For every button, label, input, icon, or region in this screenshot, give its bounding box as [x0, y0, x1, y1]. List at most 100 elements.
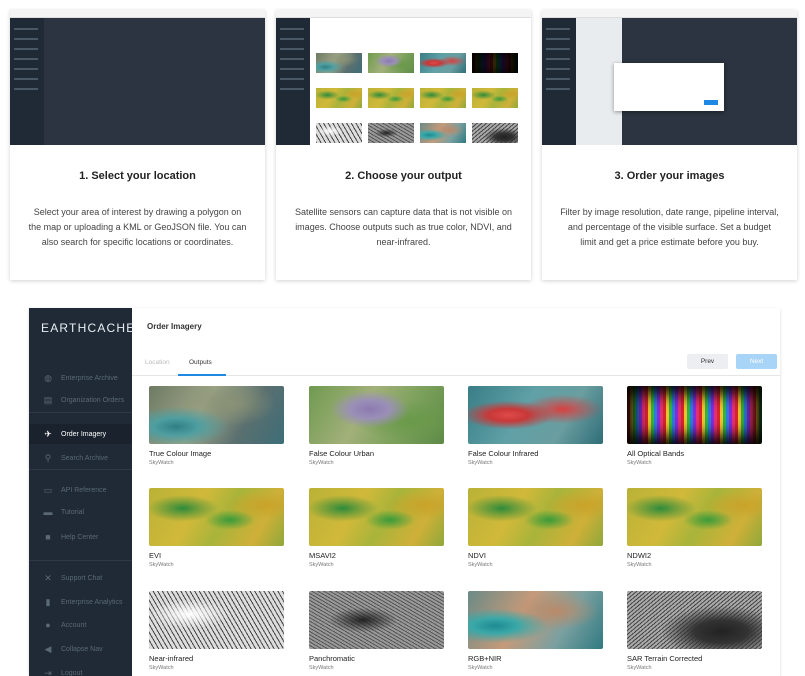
bar-chart-icon: ▮	[45, 597, 51, 607]
order-screenshot	[542, 10, 797, 145]
nav-divider	[29, 469, 132, 470]
sidebar-item-label: Organization Orders	[61, 396, 125, 404]
step-body: Satellite sensors can capture data that …	[294, 207, 513, 247]
sidebar-item[interactable]: ▬ Tutorial	[29, 502, 132, 522]
output-source: SkyWatch	[149, 665, 174, 671]
sidebar-item[interactable]: ● Account	[29, 615, 132, 635]
document-icon: ▤	[43, 395, 53, 405]
output-thumbnail	[309, 488, 444, 546]
output-source: SkyWatch	[309, 665, 334, 671]
tab-location[interactable]: Location	[145, 359, 170, 366]
output-source: SkyWatch	[627, 562, 652, 568]
output-source: SkyWatch	[468, 460, 493, 466]
output-name: Panchromatic	[309, 654, 355, 663]
output-source: SkyWatch	[627, 460, 652, 466]
step-body: Select your area of interest by drawing …	[28, 207, 247, 247]
output-name: NDWI2	[627, 551, 652, 560]
nav-divider	[29, 560, 132, 561]
step-heading: 1. Select your location	[79, 170, 196, 182]
output-source: SkyWatch	[149, 562, 174, 568]
globe-icon: ◍	[44, 373, 52, 383]
satellite-icon: ✈	[44, 429, 52, 439]
sidebar-item-label: Logout	[61, 669, 83, 676]
output-source: SkyWatch	[468, 562, 493, 568]
next-button[interactable]: Next	[736, 354, 777, 369]
sidebar-item-label: Collapse Nav	[61, 645, 103, 653]
step-heading: 3. Order your images	[614, 170, 725, 182]
tab-outputs[interactable]: Outputs	[189, 359, 212, 366]
search-icon: ⚲	[44, 453, 52, 463]
output-tile[interactable]: False Colour Urban SkyWatch	[309, 386, 444, 466]
sidebar-item[interactable]: ⚲ Search Archive	[29, 448, 132, 468]
logo: EARTHCACHE	[41, 321, 136, 335]
output-source: SkyWatch	[627, 665, 652, 671]
output-thumbnail	[309, 386, 444, 444]
sidebar-item[interactable]: ▭ API Reference	[29, 480, 132, 500]
sidebar-item[interactable]: ▮ Enterprise Analytics	[29, 592, 132, 612]
output-tile[interactable]: All Optical Bands SkyWatch	[627, 386, 762, 466]
output-tile[interactable]: False Colour Infrared SkyWatch	[468, 386, 603, 466]
output-name: True Colour Image	[149, 449, 212, 458]
output-screenshot	[276, 10, 531, 145]
sidebar-item[interactable]: ◍ Enterprise Archive	[29, 368, 132, 388]
sidebar-item-label: Account	[61, 621, 87, 629]
outputs-grid: True Colour Image SkyWatch False Colour Ur…	[132, 377, 780, 676]
output-name: Near-infrared	[149, 654, 194, 663]
output-thumbnail	[468, 488, 603, 546]
sidebar-item[interactable]: ■ Help Center	[29, 527, 132, 547]
output-tile[interactable]: MSAVI2 SkyWatch	[309, 488, 444, 568]
sidebar-item-label: Enterprise Archive	[61, 374, 118, 382]
tools-icon: ✕	[44, 573, 52, 583]
sidebar-nav: EARTHCACHE ◍ Enterprise Archive ▤ Organizat…	[29, 308, 136, 676]
location-screenshot	[10, 10, 265, 145]
nav-divider	[29, 412, 132, 413]
prev-button[interactable]: Prev	[687, 354, 728, 369]
output-tile[interactable]: NDVI SkyWatch	[468, 488, 603, 568]
sidebar-item[interactable]: ✕ Support Chat	[29, 568, 132, 588]
output-tile[interactable]: RGB+NIR SkyWatch	[468, 591, 603, 671]
output-name: All Optical Bands	[627, 449, 685, 458]
output-tile[interactable]: SAR Terrain Corrected SkyWatch	[627, 591, 762, 671]
output-thumbnail	[149, 386, 284, 444]
page-header: Order Imagery	[132, 308, 780, 348]
user-icon: ●	[45, 620, 51, 630]
output-thumbnail	[627, 488, 762, 546]
output-tile[interactable]: NDWI2 SkyWatch	[627, 488, 762, 568]
chevron-left-icon: ◀	[44, 644, 52, 654]
step-heading: 2. Choose your output	[345, 170, 462, 182]
output-tile[interactable]: Panchromatic SkyWatch	[309, 591, 444, 671]
step-card-output: 2. Choose your output Satellite sensors …	[276, 10, 531, 280]
output-name: NDVI	[468, 551, 486, 560]
sidebar-item-label: Search Archive	[61, 454, 109, 462]
output-source: SkyWatch	[468, 665, 493, 671]
sidebar-item[interactable]: ✈ Order Imagery	[29, 424, 132, 444]
output-name: SAR Terrain Corrected	[627, 654, 703, 663]
output-name: EVI	[149, 551, 162, 560]
step-card-location: 1. Select your location Select your area…	[10, 10, 265, 280]
output-source: SkyWatch	[309, 562, 334, 568]
output-thumbnail	[627, 591, 762, 649]
output-name: False Colour Urban	[309, 449, 375, 458]
output-name: RGB+NIR	[468, 654, 502, 663]
logout-icon: ⇥	[44, 668, 52, 676]
step-card-order: 3. Order your images Filter by image res…	[542, 10, 797, 280]
sidebar-item-label: Tutorial	[61, 508, 85, 516]
output-thumbnail	[149, 488, 284, 546]
sidebar-item-label: Help Center	[61, 533, 99, 541]
sidebar-item[interactable]: ⇥ Logout	[29, 663, 132, 676]
output-tile[interactable]: True Colour Image SkyWatch	[149, 386, 284, 466]
output-tile[interactable]: Near-infrared SkyWatch	[149, 591, 284, 671]
output-thumbnail	[309, 591, 444, 649]
tab-bar: Location Outputs	[132, 352, 780, 376]
sidebar-item[interactable]: ▤ Organization Orders	[29, 390, 132, 410]
page-title: Order Imagery	[147, 322, 202, 331]
active-tab-indicator	[178, 374, 226, 376]
output-source: SkyWatch	[149, 460, 174, 466]
sidebar-item[interactable]: ◀ Collapse Nav	[29, 639, 132, 659]
sidebar-item-label: Order Imagery	[61, 430, 107, 438]
sidebar-item-label: Support Chat	[61, 574, 103, 582]
order-imagery-app: EARTHCACHE ◍ Enterprise Archive ▤ Organizat…	[29, 308, 780, 676]
video-icon: ▬	[43, 507, 53, 517]
output-tile[interactable]: EVI SkyWatch	[149, 488, 284, 568]
output-thumbnail	[468, 386, 603, 444]
